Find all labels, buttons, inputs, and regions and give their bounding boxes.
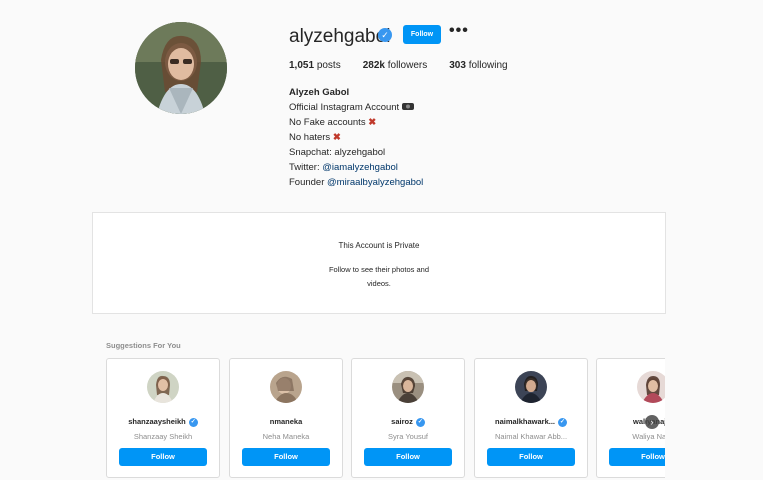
suggestion-avatar[interactable] xyxy=(270,371,302,403)
suggestion-follow-button[interactable]: Follow xyxy=(609,448,665,466)
suggestion-fullname: Waliya Najib xyxy=(632,432,665,441)
suggestion-fullname: Neha Maneka xyxy=(262,432,310,441)
suggestion-card: naimalkhawark... ✓ Naimal Khawar Abb... F… xyxy=(474,358,588,478)
verified-badge-icon: ✓ xyxy=(558,417,568,427)
verified-badge-icon: ✓ xyxy=(415,417,425,427)
suggestion-fullname: Naimal Khawar Abb... xyxy=(494,432,568,441)
suggestion-follow-button[interactable]: Follow xyxy=(364,448,452,466)
verified-badge-icon: ✓ xyxy=(188,417,198,427)
suggestion-username[interactable]: shanzaaysheikh ✓ xyxy=(107,417,219,427)
carousel-next-icon[interactable]: › xyxy=(645,415,659,429)
suggestion-card: nmaneka Neha Maneka Follow xyxy=(229,358,343,478)
suggestion-card: sairoz ✓ Syra Yousuf Follow xyxy=(351,358,465,478)
suggestion-fullname: Shanzaay Sheikh xyxy=(133,432,193,441)
suggestion-username[interactable]: sairoz ✓ xyxy=(352,417,464,427)
suggestion-username[interactable]: nmaneka xyxy=(230,417,342,426)
suggestion-username[interactable]: naimalkhawark... ✓ xyxy=(475,417,587,427)
suggestion-fullname: Syra Yousuf xyxy=(387,432,429,441)
suggestion-avatar[interactable] xyxy=(147,371,179,403)
suggestion-card: shanzaaysheikh ✓ Shanzaay Sheikh Follow xyxy=(106,358,220,478)
suggestion-follow-button[interactable]: Follow xyxy=(119,448,207,466)
suggestion-avatar[interactable] xyxy=(515,371,547,403)
suggestion-avatar[interactable] xyxy=(392,371,424,403)
suggestion-follow-button[interactable]: Follow xyxy=(242,448,330,466)
suggestion-avatar[interactable] xyxy=(637,371,665,403)
suggestions-carousel: shanzaaysheikh ✓ Shanzaay Sheikh Follow n… xyxy=(0,0,665,480)
suggestion-follow-button[interactable]: Follow xyxy=(487,448,575,466)
